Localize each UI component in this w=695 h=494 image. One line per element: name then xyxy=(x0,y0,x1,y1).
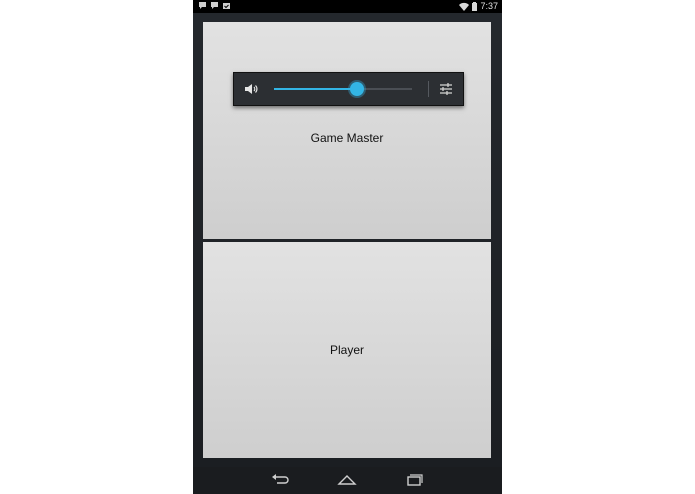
navigation-bar xyxy=(193,467,502,494)
game-master-button[interactable]: Game Master xyxy=(203,22,491,239)
recent-apps-icon[interactable] xyxy=(403,472,425,488)
calendar-check-icon xyxy=(223,3,230,9)
back-icon[interactable] xyxy=(269,472,291,488)
game-master-label: Game Master xyxy=(310,131,384,145)
volume-panel xyxy=(233,72,464,106)
home-icon[interactable] xyxy=(336,472,358,488)
player-button[interactable]: Player xyxy=(203,242,491,458)
speaker-icon xyxy=(245,84,258,94)
chat-bubble-icon xyxy=(199,2,206,9)
battery-icon xyxy=(472,2,478,11)
player-label: Player xyxy=(329,343,364,357)
notification-area xyxy=(198,1,231,10)
equalizer-settings-icon[interactable] xyxy=(438,81,454,97)
status-bar: 7:37 xyxy=(193,0,502,13)
tablet-screen: 7:37 Game Master Player xyxy=(193,0,502,494)
system-status-area: 7:37 xyxy=(459,1,498,12)
status-time: 7:37 xyxy=(480,1,498,11)
app-content: Game Master Player xyxy=(193,13,502,467)
volume-slider-thumb[interactable] xyxy=(349,82,364,96)
chat-bubble-icon xyxy=(211,2,218,9)
volume-divider xyxy=(428,81,429,97)
volume-track-fill xyxy=(274,88,357,90)
wifi-icon xyxy=(459,2,470,11)
